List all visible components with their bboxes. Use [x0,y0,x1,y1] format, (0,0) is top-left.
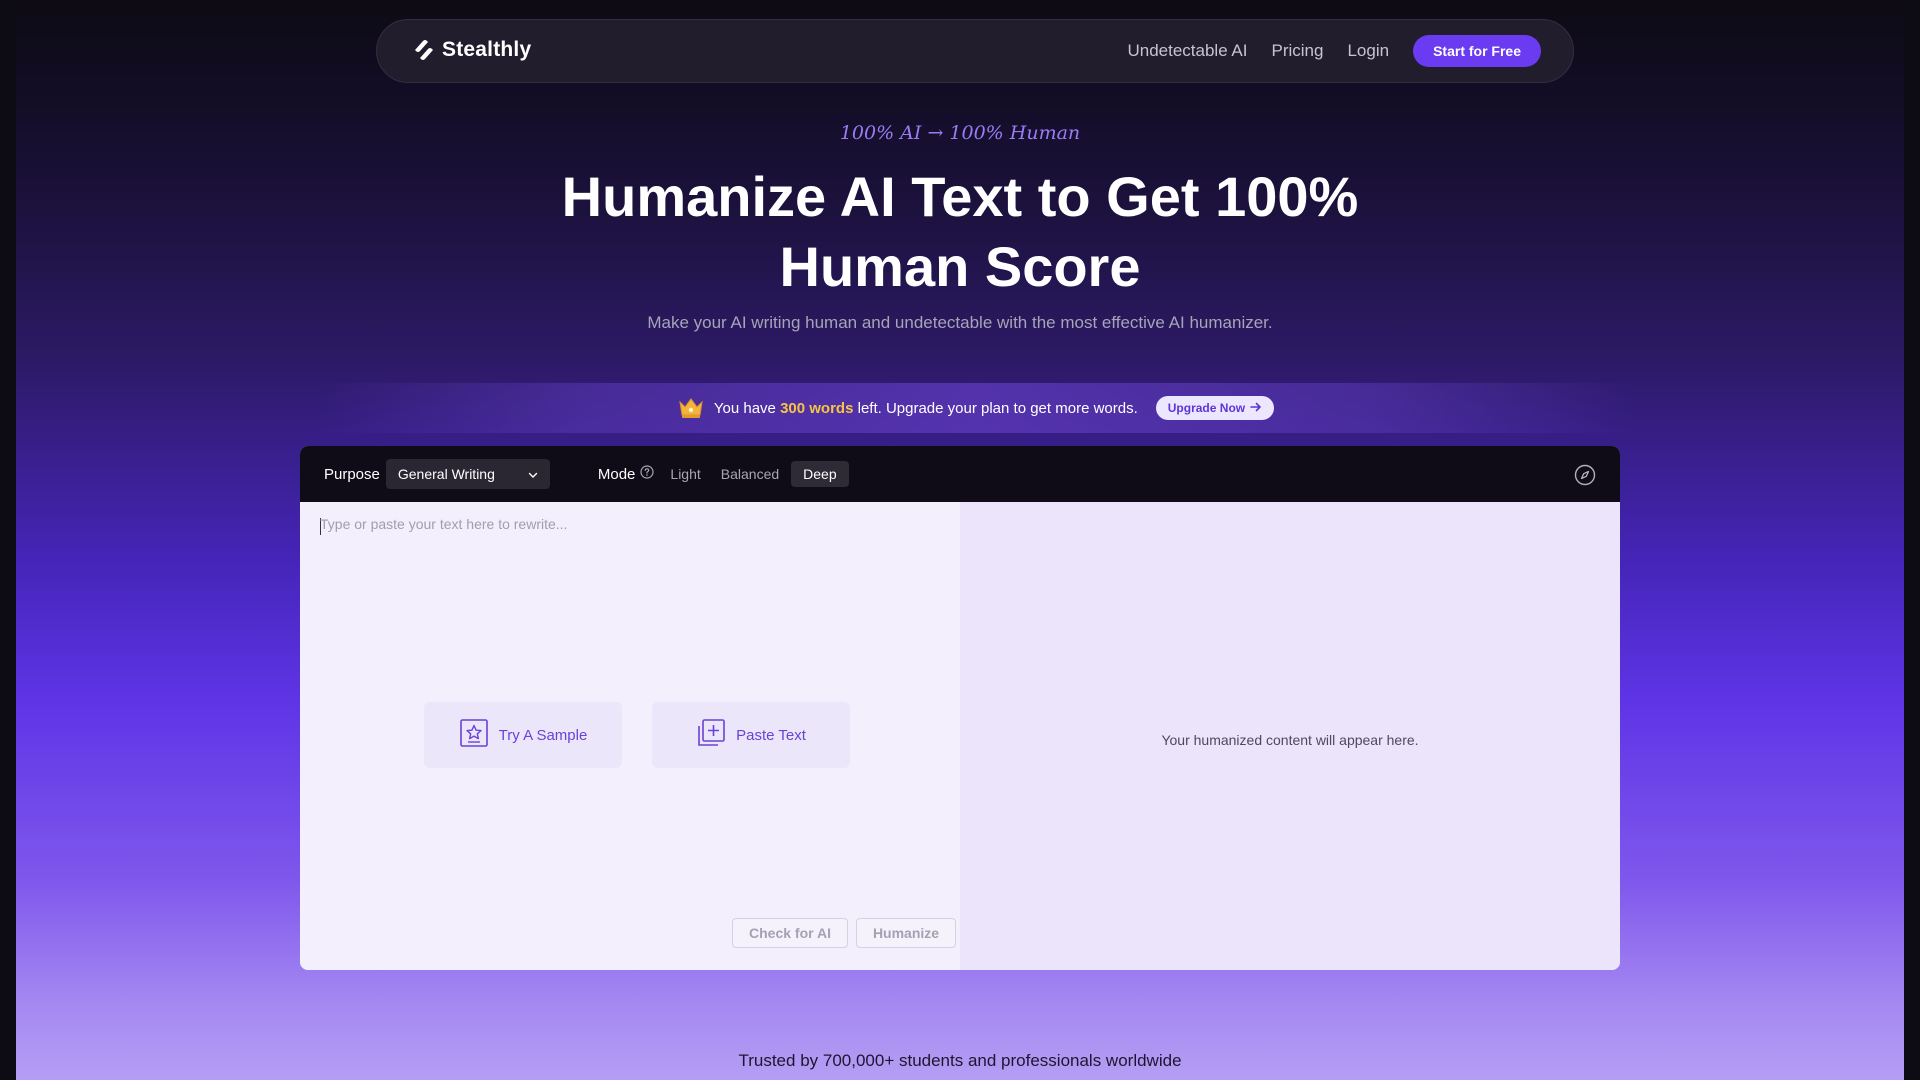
nav-links: Undetectable AI Pricing Login Start for … [1127,35,1541,67]
logo[interactable]: Stealthly [412,37,531,63]
purpose-select[interactable]: General Writing [385,459,550,489]
banner-suffix: left. Upgrade your plan to get more word… [857,399,1138,417]
help-icon[interactable] [640,465,655,483]
top-navbar: Stealthly Undetectable AI Pricing Login … [376,19,1574,83]
hero-subtitle: Make your AI writing human and undetecta… [647,313,1273,332]
crown-icon [678,396,704,420]
paste-text-button[interactable]: Paste Text [652,702,850,768]
compass-icon[interactable] [1574,464,1596,491]
output-pane: Your humanized content will appear here. [960,502,1620,970]
banner-text: You have 300 words left. Upgrade your pl… [714,400,1138,417]
upgrade-now-label: Upgrade Now [1167,401,1246,415]
upgrade-now-button[interactable]: Upgrade Now [1155,396,1275,420]
trusted-by-text: Trusted by 700,000+ students and profess… [738,1051,1182,1070]
nav-link-pricing[interactable]: Pricing [1272,41,1324,61]
mode-option-balanced[interactable]: Balanced [713,461,787,487]
star-icon [459,718,489,752]
hero-title-line1: Humanize AI Text to Get 100% [561,165,1359,228]
words-remaining: 300 words [780,399,854,417]
purpose-label: Purpose [324,465,380,483]
text-input[interactable] [320,516,940,716]
paste-text-label: Paste Text [736,726,806,744]
input-pane: Try A Sample Paste Text Check for AI Hum… [300,502,960,970]
mode-options: Light Balanced Deep [662,461,849,487]
hero-tagline: 100% AI → 100% Human [839,122,1081,144]
try-sample-label: Try A Sample [498,726,588,744]
chevron-down-icon [528,466,538,482]
logo-icon [412,37,436,63]
output-placeholder: Your humanized content will appear here. [1161,732,1419,748]
word-limit-banner: You have 300 words left. Upgrade your pl… [316,383,1636,433]
arrow-right-icon [1250,396,1262,420]
start-for-free-button[interactable]: Start for Free [1413,35,1541,67]
check-for-ai-button[interactable]: Check for AI [732,918,848,948]
purpose-select-value: General Writing [397,466,495,482]
editor-toolbar: Purpose General Writing Mode Light Balan… [300,446,1620,502]
humanizer-editor: Purpose General Writing Mode Light Balan… [300,446,1620,970]
logo-text: Stealthly [442,38,532,61]
try-sample-button[interactable]: Try A Sample [424,702,622,768]
page: Stealthly Undetectable AI Pricing Login … [16,0,1904,1080]
nav-link-undetectable-ai[interactable]: Undetectable AI [1127,41,1247,61]
hero-title-line2: Human Score [779,235,1141,298]
paste-icon [696,718,726,752]
nav-link-login[interactable]: Login [1347,41,1389,61]
mode-option-deep[interactable]: Deep [791,461,849,487]
banner-prefix: You have [713,399,776,417]
hero-title: Humanize AI Text to Get 100% Human Score [16,162,1904,302]
mode-label-group: Mode [598,465,655,483]
humanize-button[interactable]: Humanize [856,918,956,948]
mode-label: Mode [597,465,636,483]
mode-option-light[interactable]: Light [662,461,708,487]
